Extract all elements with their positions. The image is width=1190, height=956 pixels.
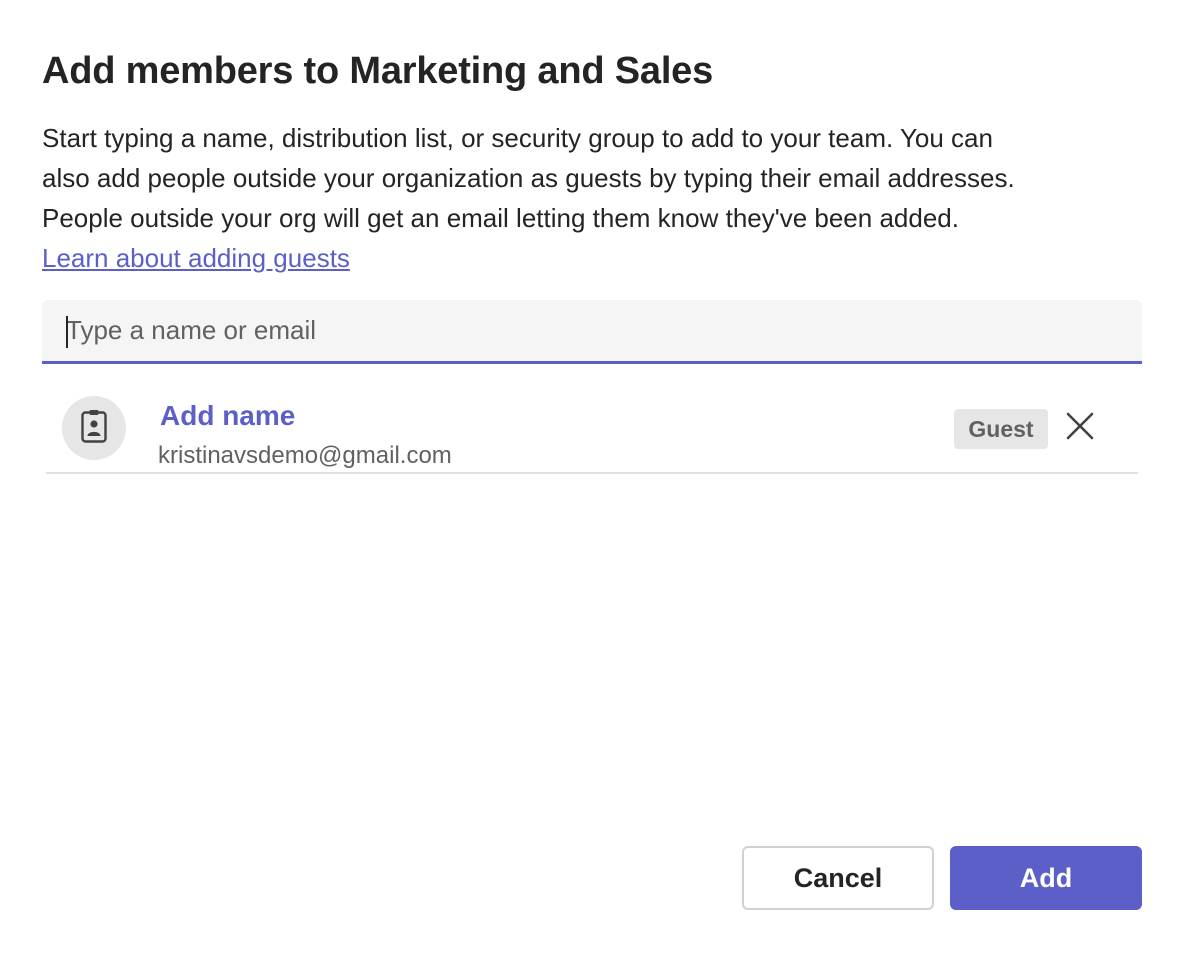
- guest-badge: Guest: [954, 409, 1048, 449]
- close-icon: [1066, 412, 1094, 445]
- remove-member-button[interactable]: [1062, 410, 1098, 446]
- dialog-description: Start typing a name, distribution list, …: [42, 118, 1152, 238]
- cancel-button[interactable]: Cancel: [742, 846, 934, 910]
- people-search-input[interactable]: [66, 300, 1116, 361]
- description-line: People outside your org will get an emai…: [42, 203, 959, 233]
- add-button[interactable]: Add: [950, 846, 1142, 910]
- dialog-title: Add members to Marketing and Sales: [42, 50, 714, 92]
- add-members-dialog: Add members to Marketing and Sales Start…: [0, 0, 1190, 956]
- member-email: kristinavsdemo@gmail.com: [158, 442, 452, 469]
- avatar: [62, 396, 126, 460]
- member-row: Add name kristinavsdemo@gmail.com Guest: [46, 382, 1138, 474]
- id-badge-icon: [81, 409, 107, 448]
- description-line: Start typing a name, distribution list, …: [42, 123, 993, 153]
- member-name[interactable]: Add name: [160, 400, 295, 432]
- people-search-field[interactable]: [42, 300, 1142, 364]
- text-caret: [66, 316, 68, 348]
- description-line: also add people outside your organizatio…: [42, 163, 1015, 193]
- learn-about-guests-link[interactable]: Learn about adding guests: [42, 238, 350, 278]
